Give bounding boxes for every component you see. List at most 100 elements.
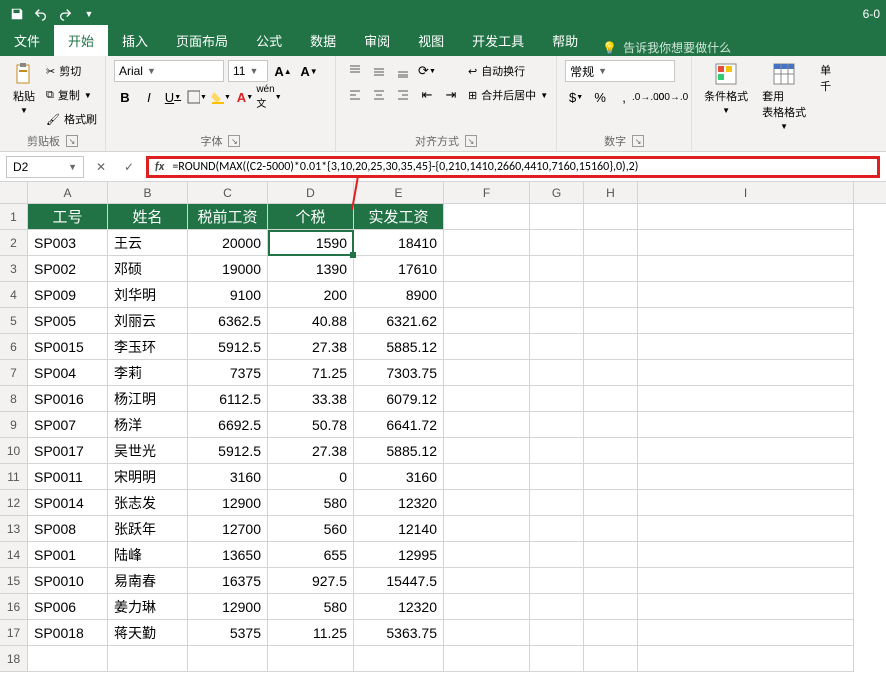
cancel-formula-icon[interactable]: ✕ [90, 156, 112, 178]
cell[interactable] [638, 308, 854, 334]
tab-help[interactable]: 帮助 [538, 25, 592, 56]
cell[interactable] [584, 516, 638, 542]
cell-name[interactable]: 李玉环 [108, 334, 188, 360]
tab-file[interactable]: 文件 [0, 25, 54, 56]
row-header-4[interactable]: 4 [0, 282, 28, 308]
cell[interactable] [584, 282, 638, 308]
row-header-2[interactable]: 2 [0, 230, 28, 256]
cell-name[interactable]: 邓硕 [108, 256, 188, 282]
cell-id[interactable]: SP0016 [28, 386, 108, 412]
cell[interactable] [530, 646, 584, 672]
align-left-icon[interactable] [344, 84, 366, 106]
tab-layout[interactable]: 页面布局 [162, 25, 242, 56]
cell-net[interactable]: 12320 [354, 594, 444, 620]
cell[interactable] [530, 282, 584, 308]
cell-net[interactable]: 6079.12 [354, 386, 444, 412]
font-name-combo[interactable]: Arial▼ [114, 60, 224, 82]
cell-tax[interactable]: 580 [268, 490, 354, 516]
cell[interactable] [444, 542, 530, 568]
cell[interactable] [188, 646, 268, 672]
column-header-I[interactable]: I [638, 182, 854, 203]
cell[interactable] [638, 516, 854, 542]
cell-pretax[interactable]: 5375 [188, 620, 268, 646]
decrease-decimal-icon[interactable]: .00→.0 [661, 86, 683, 108]
merge-center-button[interactable]: ⊞合并后居中▼ [468, 84, 548, 106]
align-middle-icon[interactable] [368, 60, 390, 82]
row-header-5[interactable]: 5 [0, 308, 28, 334]
cell-name[interactable]: 姜力琳 [108, 594, 188, 620]
cell-tax[interactable]: 50.78 [268, 412, 354, 438]
cell-net[interactable]: 7303.75 [354, 360, 444, 386]
cell[interactable] [444, 386, 530, 412]
qat-customize-icon[interactable]: ▼ [78, 3, 100, 25]
cell-id[interactable]: SP0014 [28, 490, 108, 516]
row-header-17[interactable]: 17 [0, 620, 28, 646]
cell-tax[interactable]: 11.25 [268, 620, 354, 646]
cell[interactable] [444, 516, 530, 542]
align-right-icon[interactable] [392, 84, 414, 106]
cell[interactable] [638, 646, 854, 672]
paste-button[interactable]: 粘贴 ▼ [8, 60, 40, 117]
cell-name[interactable]: 宋明明 [108, 464, 188, 490]
cell-tax[interactable]: 200 [268, 282, 354, 308]
cell-pretax[interactable]: 13650 [188, 542, 268, 568]
cell-tax[interactable]: 40.88 [268, 308, 354, 334]
cell[interactable] [530, 412, 584, 438]
cell[interactable] [638, 490, 854, 516]
column-header-A[interactable]: A [28, 182, 108, 203]
cell-pretax[interactable]: 20000 [188, 230, 268, 256]
cell[interactable] [444, 620, 530, 646]
cell[interactable] [584, 204, 638, 230]
cell[interactable] [268, 646, 354, 672]
cell-pretax[interactable]: 19000 [188, 256, 268, 282]
row-header-3[interactable]: 3 [0, 256, 28, 282]
cell[interactable] [530, 204, 584, 230]
cell-name[interactable]: 吴世光 [108, 438, 188, 464]
cell-name[interactable]: 杨洋 [108, 412, 188, 438]
cell[interactable] [638, 334, 854, 360]
cell-id[interactable]: SP001 [28, 542, 108, 568]
cell[interactable] [584, 360, 638, 386]
font-color-button[interactable]: A▼ [234, 86, 256, 108]
row-header-11[interactable]: 11 [0, 464, 28, 490]
cell-pretax[interactable]: 12700 [188, 516, 268, 542]
cell-tax[interactable]: 27.38 [268, 334, 354, 360]
column-header-E[interactable]: E [354, 182, 444, 203]
tab-view[interactable]: 视图 [404, 25, 458, 56]
cell-id[interactable]: SP006 [28, 594, 108, 620]
cell[interactable] [530, 620, 584, 646]
cell[interactable] [444, 204, 530, 230]
cell-tax[interactable]: 580 [268, 594, 354, 620]
cell[interactable] [638, 620, 854, 646]
cell[interactable] [444, 464, 530, 490]
italic-button[interactable]: I [138, 86, 160, 108]
clipboard-dialog-launcher[interactable]: ↘ [66, 135, 78, 147]
cell-pretax[interactable]: 16375 [188, 568, 268, 594]
cell-id[interactable]: SP008 [28, 516, 108, 542]
row-header-14[interactable]: 14 [0, 542, 28, 568]
cell-id[interactable]: SP0011 [28, 464, 108, 490]
cell-net[interactable]: 6641.72 [354, 412, 444, 438]
cell[interactable] [584, 256, 638, 282]
column-header-F[interactable]: F [444, 182, 530, 203]
column-header-G[interactable]: G [530, 182, 584, 203]
header-tax[interactable]: 个税 [268, 204, 354, 230]
cell[interactable] [638, 542, 854, 568]
cell[interactable] [638, 386, 854, 412]
cell-id[interactable]: SP0017 [28, 438, 108, 464]
cell[interactable] [638, 594, 854, 620]
cell-name[interactable]: 刘丽云 [108, 308, 188, 334]
tab-formulas[interactable]: 公式 [242, 25, 296, 56]
cell[interactable] [584, 646, 638, 672]
cell[interactable] [584, 386, 638, 412]
cell-net[interactable]: 17610 [354, 256, 444, 282]
cell[interactable] [638, 464, 854, 490]
cell[interactable] [638, 256, 854, 282]
cell[interactable] [530, 386, 584, 412]
cell[interactable] [530, 542, 584, 568]
cell[interactable] [444, 308, 530, 334]
cell-tax[interactable]: 33.38 [268, 386, 354, 412]
wrap-text-button[interactable]: ↩自动换行 [468, 60, 548, 82]
underline-button[interactable]: U▼ [162, 86, 184, 108]
cell-name[interactable]: 李莉 [108, 360, 188, 386]
